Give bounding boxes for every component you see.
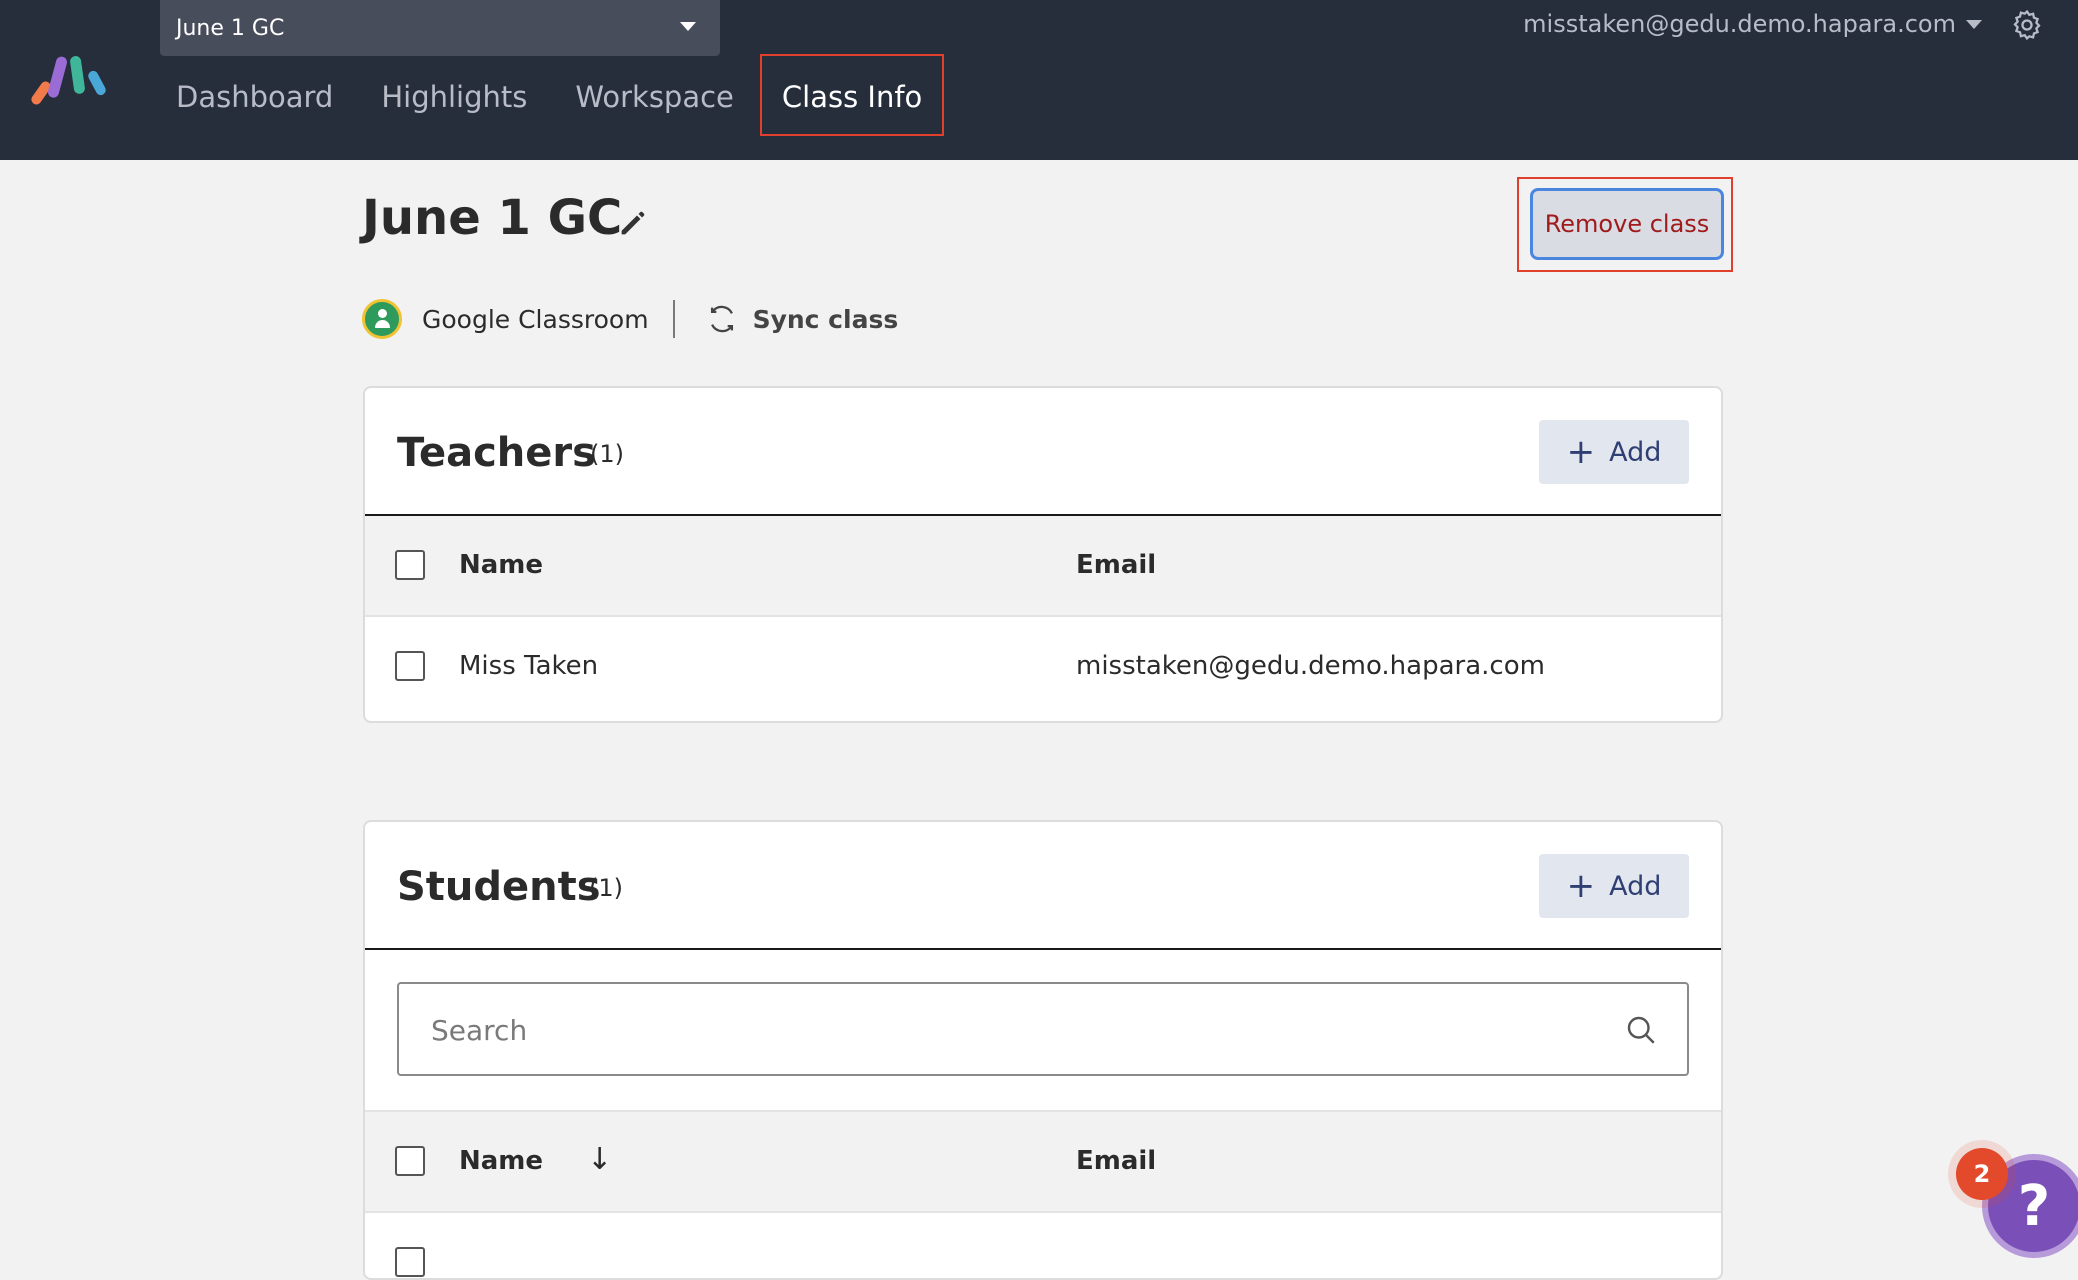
teachers-card: Teachers (1) + Add Name Email Miss Taken… [363,386,1723,723]
search-input[interactable] [429,1006,1593,1054]
teachers-count: (1) [590,440,624,468]
add-student-label: Add [1609,870,1662,902]
vertical-divider [672,300,675,338]
class-selector-value: June 1 GC [176,15,285,41]
search-icon[interactable] [1623,1012,1659,1048]
select-all-students-checkbox[interactable] [395,1146,425,1176]
top-navigation-bar: June 1 GC Dashboard Highlights Workspace… [0,0,2078,160]
nav-workspace[interactable]: Workspace [575,62,734,132]
plus-icon: + [1566,432,1596,472]
sort-down-icon[interactable]: ↓ [587,1142,612,1177]
notification-badge[interactable]: 2 [1956,1148,2008,1200]
question-mark-icon: ? [2017,1173,2051,1239]
select-all-teachers-checkbox[interactable] [395,550,425,580]
table-row: Miss Taken misstaken@gedu.demo.hapara.co… [365,617,1721,718]
teachers-card-header: Teachers (1) + Add [365,388,1721,516]
provider-label: Google Classroom [422,304,649,334]
table-row [365,1213,1721,1278]
account-email: misstaken@gedu.demo.hapara.com [1523,10,1956,38]
row-checkbox[interactable] [395,1247,425,1277]
student-search-area [365,950,1721,1112]
nav-class-info[interactable]: Class Info [759,54,945,136]
teacher-name: Miss Taken [459,651,599,681]
students-table-header: Name ↓ Email [365,1112,1721,1213]
gear-icon[interactable] [2010,8,2044,42]
hapara-logo-icon[interactable] [30,50,120,110]
teachers-title: Teachers [397,430,596,476]
nav-dashboard[interactable]: Dashboard [176,62,333,132]
main-nav: Dashboard Highlights Workspace Class Inf… [176,54,992,136]
add-teacher-label: Add [1609,436,1662,468]
pencil-icon[interactable] [616,206,650,240]
page-title: June 1 GC [362,190,623,246]
students-count: (1) [589,874,623,902]
sync-icon[interactable] [705,302,739,336]
plus-icon: + [1566,866,1596,906]
remove-class-button[interactable]: Remove class [1530,188,1724,260]
column-header-email: Email [1076,1146,1157,1176]
nav-highlights[interactable]: Highlights [381,62,527,132]
google-classroom-icon [362,299,402,339]
students-card-header: Students (1) + Add [365,822,1721,950]
chevron-down-icon [1966,19,1982,29]
add-teacher-button[interactable]: + Add [1539,420,1689,484]
students-card: Students (1) + Add Name ↓ Email [363,820,1723,1280]
sync-class-button[interactable]: Sync class [753,305,899,334]
provider-row: Google Classroom Sync class [362,296,898,342]
column-header-name[interactable]: Name [459,550,543,580]
students-title: Students [397,864,601,910]
student-search-box[interactable] [397,982,1689,1076]
column-header-email: Email [1076,550,1157,580]
teacher-email: misstaken@gedu.demo.hapara.com [1076,651,1545,681]
class-selector-dropdown[interactable]: June 1 GC [160,0,720,56]
column-header-name[interactable]: Name [459,1146,543,1176]
account-menu[interactable]: misstaken@gedu.demo.hapara.com [1523,10,1982,38]
add-student-button[interactable]: + Add [1539,854,1689,918]
chevron-down-icon [680,22,696,31]
teachers-table-header: Name Email [365,516,1721,617]
row-checkbox[interactable] [395,651,425,681]
